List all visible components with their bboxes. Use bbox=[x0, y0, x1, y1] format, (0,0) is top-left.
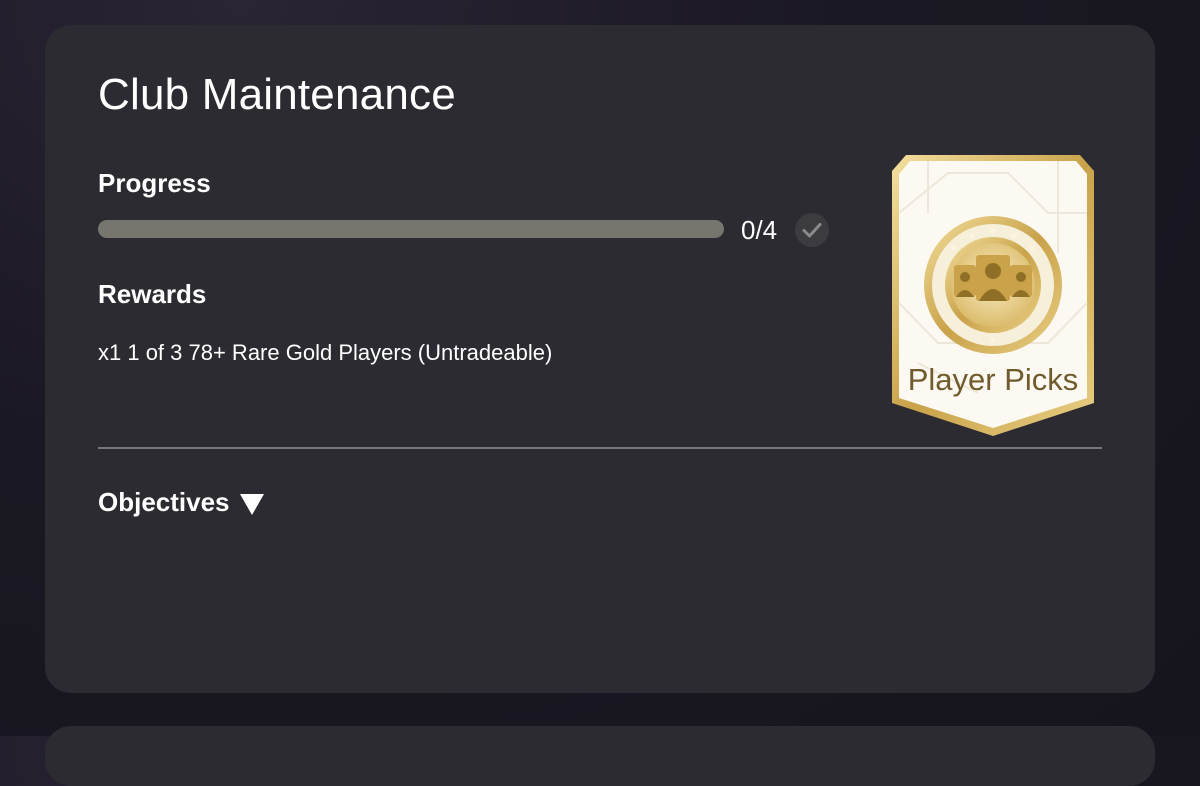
card-title: Club Maintenance bbox=[98, 70, 456, 119]
progress-bar bbox=[98, 220, 724, 238]
player-picks-pack: Player Picks bbox=[888, 153, 1098, 438]
divider bbox=[98, 447, 1102, 449]
objectives-label: Objectives bbox=[98, 487, 230, 517]
progress-label: Progress bbox=[98, 168, 211, 198]
rewards-label: Rewards bbox=[98, 279, 207, 309]
pack-name: Player Picks bbox=[907, 362, 1079, 397]
check-icon bbox=[795, 213, 829, 247]
progress-count: 0/4 bbox=[741, 215, 778, 245]
triangle-down-icon bbox=[239, 493, 264, 515]
next-card bbox=[45, 726, 1155, 786]
sbc-card: Club Maintenance Progress 0/4 Rewards x1… bbox=[45, 25, 1155, 693]
objectives-toggle[interactable]: Objectives bbox=[98, 487, 264, 518]
reward-item: x1 1 of 3 78+ Rare Gold Players (Untrade… bbox=[98, 340, 553, 365]
